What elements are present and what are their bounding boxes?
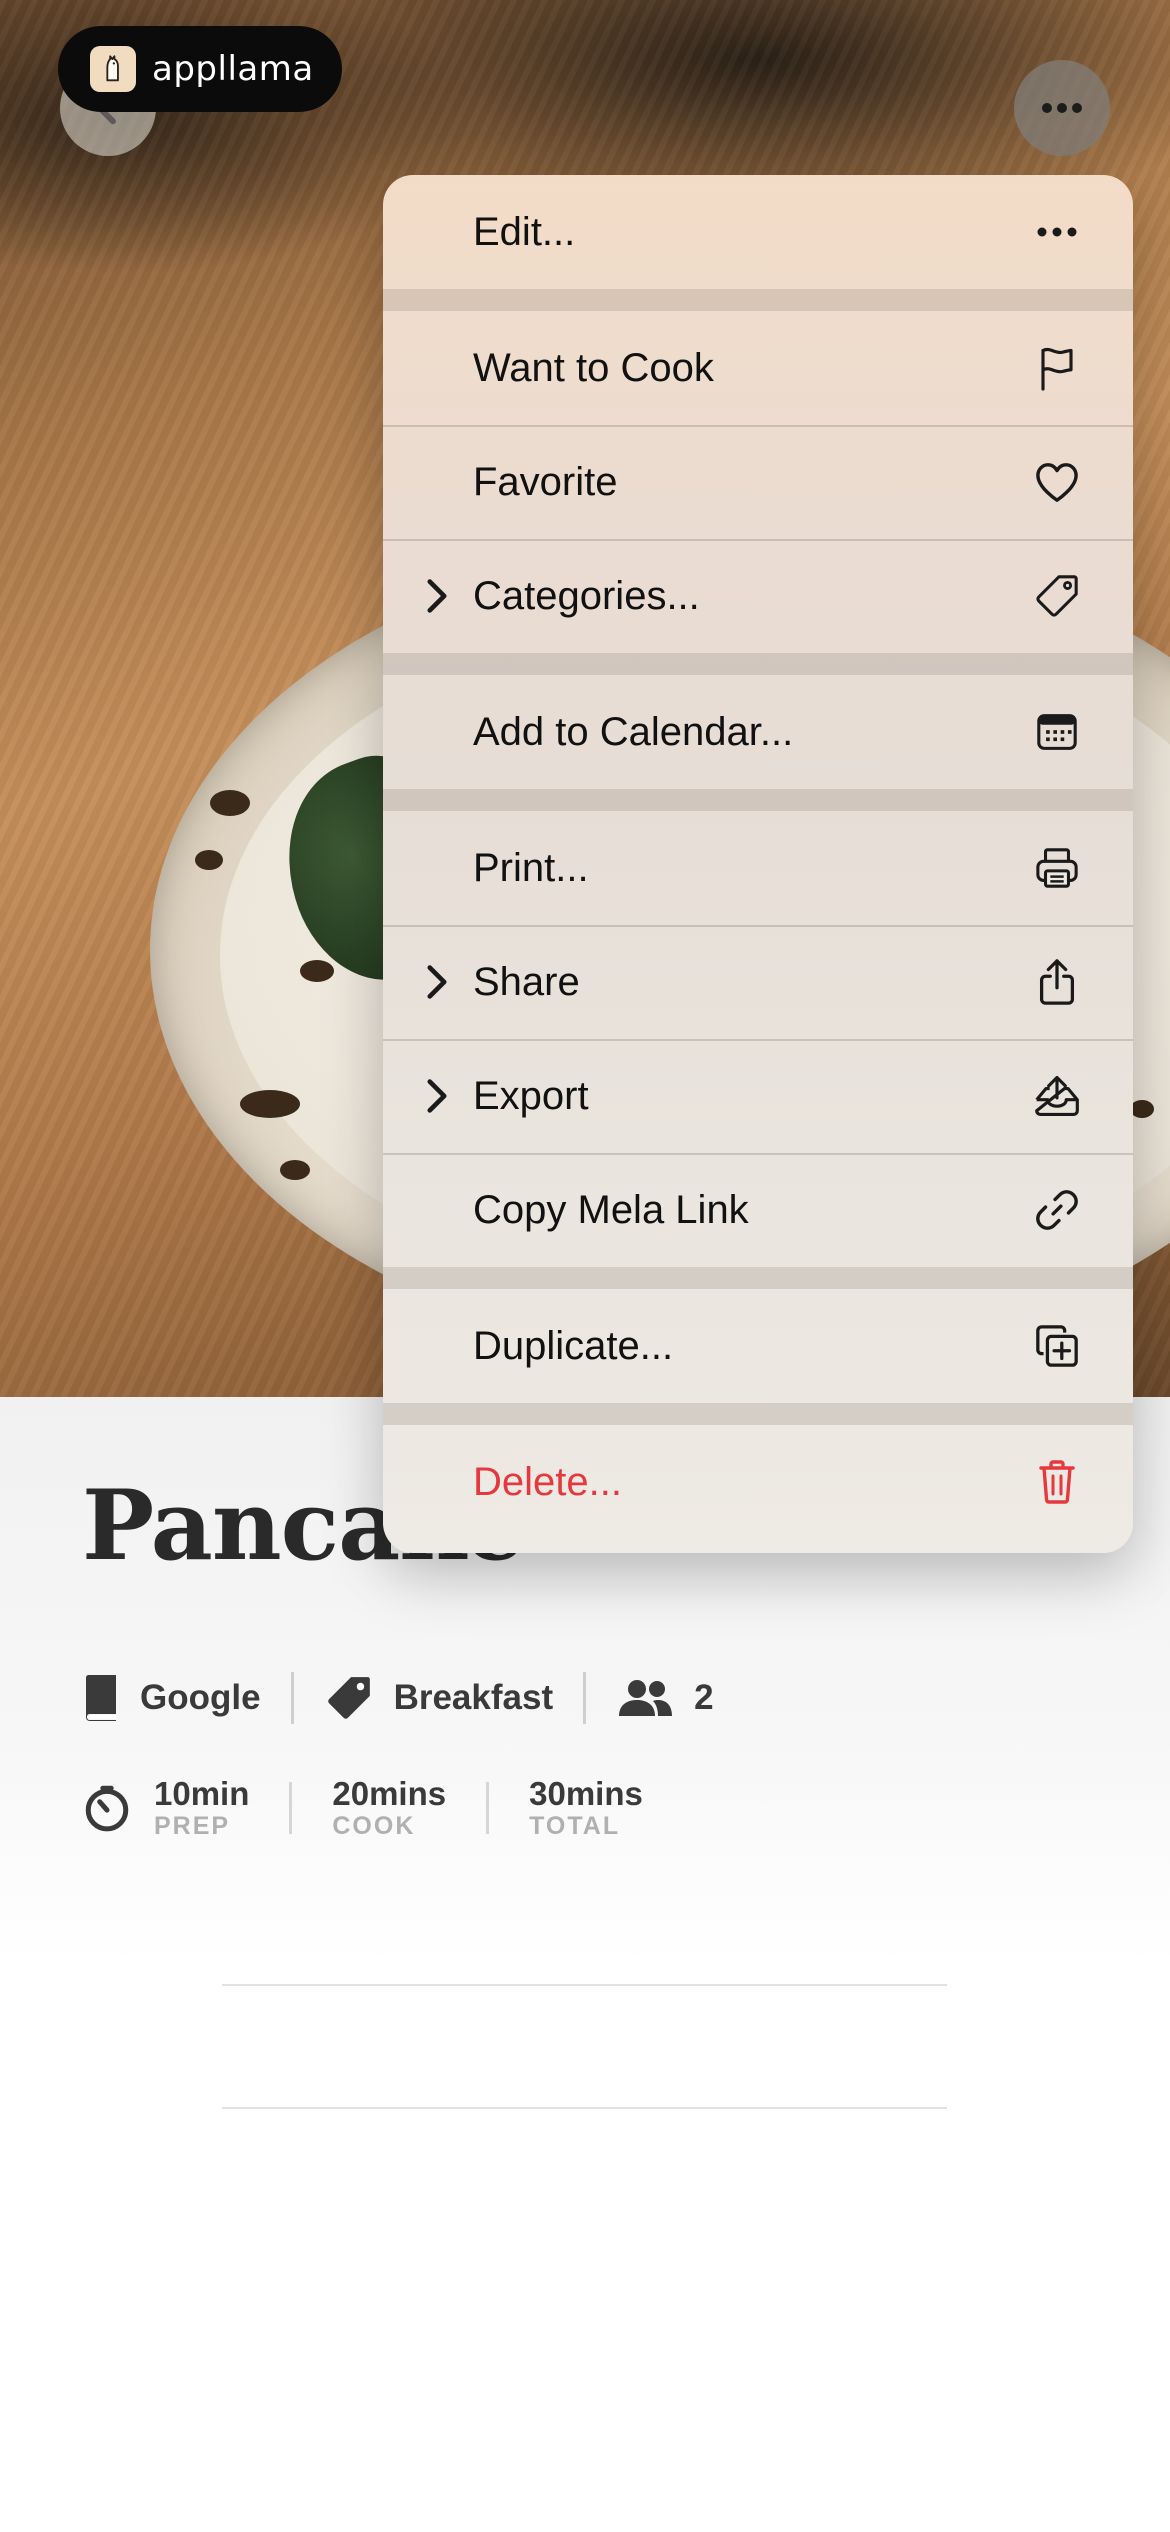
prep-time: 10min PREP	[154, 1777, 249, 1839]
prep-time-value: 10min	[154, 1775, 250, 1812]
timer-icon	[85, 1785, 129, 1832]
menu-section-gap	[383, 289, 1133, 311]
separator	[486, 1782, 490, 1834]
menu-item-label: Copy Mela Link	[473, 1187, 749, 1232]
total-time-label: TOTAL	[529, 1812, 621, 1840]
menu-item-delete[interactable]: Delete...	[383, 1425, 1133, 1539]
category-item[interactable]: Breakfast	[324, 1673, 554, 1723]
menu-item-label: Print...	[473, 845, 589, 890]
tag-icon	[327, 1677, 370, 1719]
menu-item-label: Share	[473, 959, 580, 1004]
menu-item-label: Export	[473, 1073, 589, 1118]
more-button[interactable]	[1014, 60, 1110, 156]
ellipsis-icon	[1033, 208, 1081, 256]
appllama-badge: appllama	[58, 26, 342, 112]
cook-time: 20mins COOK	[332, 1777, 446, 1839]
servings-item[interactable]: 2	[616, 1678, 714, 1718]
export-tray-icon	[1033, 1072, 1081, 1120]
recipe-screen: appllama Pancake Google Breakfast 2 10mi…	[0, 0, 1170, 2532]
share-icon	[1033, 958, 1081, 1006]
ellipsis-icon	[1042, 103, 1082, 113]
menu-section-gap	[383, 789, 1133, 811]
link-icon	[1033, 1186, 1081, 1234]
menu-item-label: Edit...	[473, 209, 576, 254]
divider	[222, 2107, 947, 2109]
source-label: Google	[140, 1678, 261, 1717]
menu-item-export[interactable]: Export	[383, 1039, 1133, 1153]
menu-item-favorite[interactable]: Favorite	[383, 425, 1133, 539]
menu-item-share[interactable]: Share	[383, 925, 1133, 1039]
calendar-icon	[1033, 708, 1081, 756]
total-time: 30mins TOTAL	[529, 1777, 643, 1839]
people-icon	[619, 1680, 673, 1716]
menu-section-gap	[383, 1267, 1133, 1289]
menu-item-copy-link[interactable]: Copy Mela Link	[383, 1153, 1133, 1267]
separator	[290, 1672, 294, 1724]
menu-item-want-to-cook[interactable]: Want to Cook	[383, 311, 1133, 425]
menu-item-label: Add to Calendar...	[473, 709, 794, 754]
badge-text: appllama	[152, 49, 314, 89]
book-icon	[86, 1675, 116, 1721]
source-item[interactable]: Google	[82, 1674, 261, 1722]
menu-item-label: Want to Cook	[473, 345, 714, 390]
chevron-right-icon	[427, 965, 447, 999]
menu-item-add-to-calendar[interactable]: Add to Calendar...	[383, 675, 1133, 789]
menu-item-label: Duplicate...	[473, 1323, 674, 1368]
servings-label: 2	[694, 1678, 714, 1717]
time-row: 10min PREP 20mins COOK 30mins TOTAL	[82, 1777, 643, 1839]
menu-item-label: Categories...	[473, 573, 700, 618]
category-label: Breakfast	[393, 1678, 554, 1717]
menu-item-label: Favorite	[473, 459, 618, 504]
separator	[289, 1782, 293, 1834]
heart-icon	[1033, 458, 1081, 506]
menu-item-edit[interactable]: Edit...	[383, 175, 1133, 289]
menu-item-categories[interactable]: Categories...	[383, 539, 1133, 653]
divider	[222, 1984, 947, 1986]
separator	[583, 1672, 587, 1724]
prep-time-label: PREP	[154, 1812, 231, 1840]
menu-item-label: Delete...	[473, 1459, 622, 1504]
chevron-right-icon	[427, 1079, 447, 1113]
total-time-value: 30mins	[529, 1775, 643, 1812]
context-menu: Edit... Want to Cook Favorite Categories…	[383, 175, 1133, 1553]
recipe-meta-row: Google Breakfast 2	[82, 1665, 714, 1731]
cook-time-value: 20mins	[332, 1775, 447, 1812]
chevron-right-icon	[427, 579, 447, 613]
cook-time-label: COOK	[332, 1812, 416, 1840]
printer-icon	[1033, 844, 1081, 892]
duplicate-icon	[1033, 1322, 1081, 1370]
llama-logo-icon	[90, 46, 136, 92]
menu-section-gap	[383, 653, 1133, 675]
trash-icon	[1033, 1458, 1081, 1506]
menu-section-gap	[383, 1403, 1133, 1425]
tag-icon	[1033, 572, 1081, 620]
menu-item-print[interactable]: Print...	[383, 811, 1133, 925]
menu-item-duplicate[interactable]: Duplicate...	[383, 1289, 1133, 1403]
flag-icon	[1033, 344, 1081, 392]
